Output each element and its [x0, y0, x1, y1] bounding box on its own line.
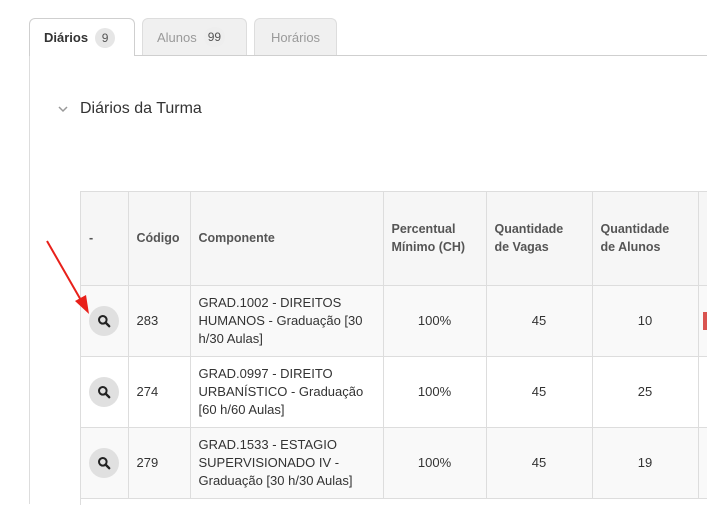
tab-diarios-count-badge: 9 [95, 27, 116, 48]
diarios-table: - Código Componente Percentual Mínimo (C… [81, 192, 707, 499]
cell-alunos: 25 [592, 356, 699, 428]
cell-alunos: 10 [592, 285, 699, 357]
tab-horarios-label: Horários [270, 29, 321, 45]
cell-codigo: 279 [128, 427, 191, 499]
col-header-vagas-line2: de Vagas [494, 240, 549, 255]
cell-vagas: 45 [486, 356, 593, 428]
search-icon [98, 314, 111, 327]
view-button[interactable] [89, 376, 119, 407]
cell-percentual: 100% [383, 427, 487, 499]
tab-alunos[interactable]: Alunos 99 [142, 18, 247, 55]
col-header-vagas-line1: Quantidade [494, 222, 564, 237]
cell-codigo: 274 [128, 356, 191, 428]
status-mark [702, 311, 707, 330]
cell-componente: GRAD.1533 - ESTAGIO SUPERVISIONADO IV - … [190, 427, 384, 499]
col-header-alunos-line1: Quantidade [600, 222, 670, 237]
col-header-percentual-line2: Mínimo (CH) [391, 240, 466, 255]
col-header-percentual[interactable]: Percentual Mínimo (CH) [383, 192, 487, 286]
col-header-extra [698, 192, 707, 286]
cell-extra [698, 356, 707, 428]
tab-alunos-count-badge: 99 [203, 27, 226, 47]
row-action-cell [81, 427, 129, 499]
tab-diarios-label: Diários [44, 30, 89, 45]
view-button[interactable] [89, 305, 119, 336]
cell-percentual: 100% [383, 356, 487, 428]
cell-percentual: 100% [383, 285, 487, 357]
tab-alunos-label: Alunos [157, 29, 197, 45]
table-row: 283 GRAD.1002 - DIREITOS HUMANOS - Gradu… [81, 285, 707, 357]
col-header-codigo[interactable]: Código [128, 192, 191, 286]
cell-componente: GRAD.1002 - DIREITOS HUMANOS - Graduação… [190, 285, 384, 357]
tab-bar: Diários 9 Alunos 99 Horários [29, 18, 707, 56]
col-header-action: - [81, 192, 129, 286]
col-header-alunos-line2: de Alunos [600, 240, 661, 255]
search-icon [98, 385, 111, 398]
cell-vagas: 45 [486, 427, 593, 499]
col-header-percentual-line1: Percentual [391, 222, 456, 237]
row-action-cell [81, 285, 129, 357]
view-button[interactable] [89, 447, 119, 478]
cell-componente: GRAD.0997 - DIREITO URBANÍSTICO - Gradua… [190, 356, 384, 428]
section-toggle[interactable]: Diários da Turma [56, 100, 202, 118]
row-action-cell [81, 356, 129, 428]
search-icon [98, 456, 111, 469]
table-row: 279 GRAD.1533 - ESTAGIO SUPERVISIONADO I… [81, 427, 707, 499]
table-row: 274 GRAD.0997 - DIREITO URBANÍSTICO - Gr… [81, 356, 707, 428]
tab-horarios[interactable]: Horários [254, 18, 337, 55]
col-header-vagas[interactable]: Quantidade de Vagas [486, 192, 593, 286]
chevron-down-icon [58, 106, 68, 113]
table-header-row: - Código Componente Percentual Mínimo (C… [81, 192, 707, 286]
section-title: Diários da Turma [80, 100, 202, 117]
cell-vagas: 45 [486, 285, 593, 357]
cell-alunos: 19 [592, 427, 699, 499]
col-header-alunos[interactable]: Quantidade de Alunos [592, 192, 699, 286]
cell-codigo: 283 [128, 285, 191, 357]
cell-extra [698, 285, 707, 357]
col-header-componente[interactable]: Componente [190, 192, 384, 286]
tab-diarios[interactable]: Diários 9 [29, 18, 135, 56]
diarios-table-container[interactable]: - Código Componente Percentual Mínimo (C… [80, 191, 707, 505]
cell-extra [698, 427, 707, 499]
